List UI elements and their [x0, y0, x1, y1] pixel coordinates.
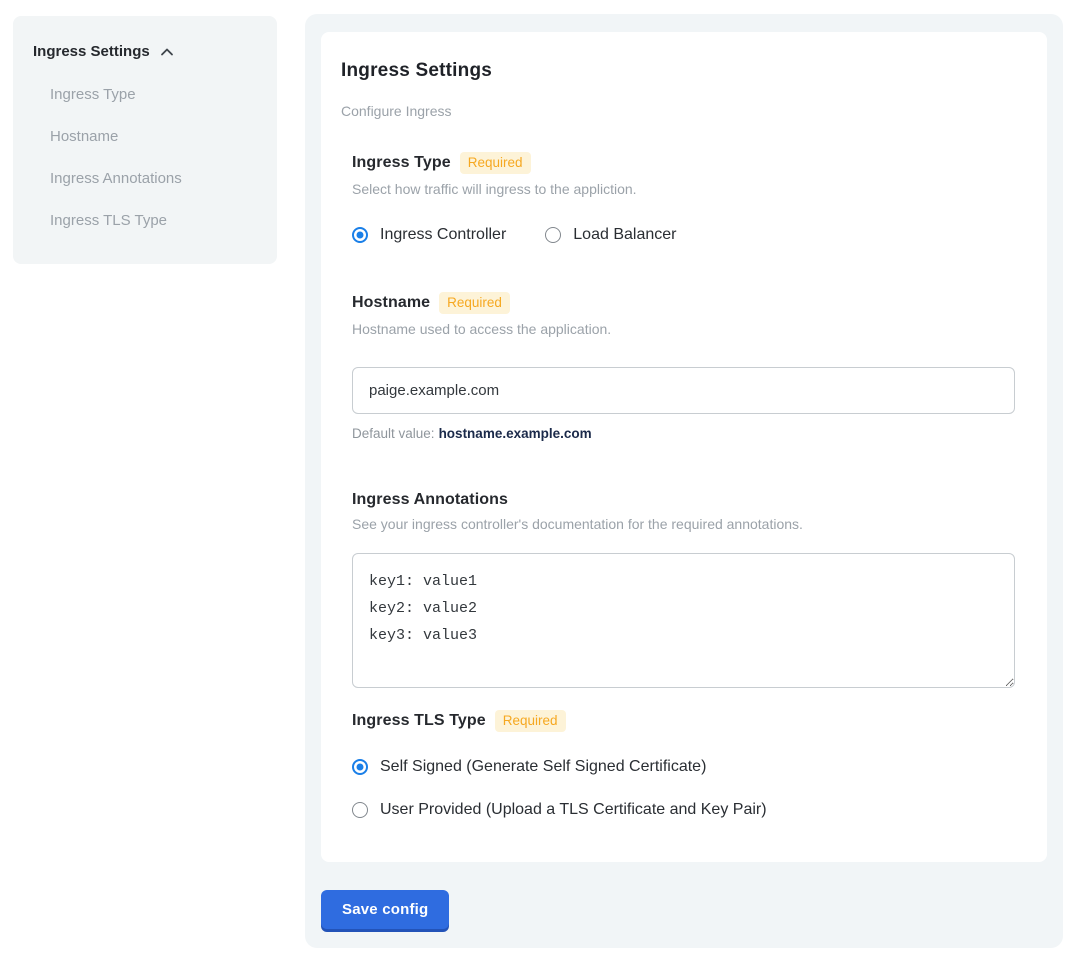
settings-panel: Ingress Settings Configure Ingress Ingre… — [305, 14, 1063, 948]
radio-self-signed[interactable]: Self Signed (Generate Self Signed Certif… — [352, 758, 1027, 776]
ingress-annotations-textarea[interactable]: key1: value1 key2: value2 key3: value3 — [352, 553, 1015, 688]
field-ingress-annotations: Ingress Annotations See your ingress con… — [352, 491, 1027, 688]
save-config-button[interactable]: Save config — [321, 890, 449, 929]
radio-icon — [545, 227, 561, 243]
settings-sidebar: Ingress Settings Ingress Type Hostname I… — [13, 16, 277, 264]
field-ingress-tls-type: Ingress TLS Type Required Self Signed (G… — [352, 710, 1027, 819]
radio-icon — [352, 227, 368, 243]
hostname-default-hint: Default value: hostname.example.com — [352, 426, 1027, 441]
required-badge: Required — [460, 152, 531, 174]
ingress-annotations-help: See your ingress controller's documentat… — [352, 516, 1027, 532]
page-subtitle: Configure Ingress — [341, 103, 1027, 119]
sidebar-item-ingress-type[interactable]: Ingress Type — [50, 85, 257, 104]
default-value-prefix: Default value: — [352, 426, 435, 441]
ingress-tls-type-options: Self Signed (Generate Self Signed Certif… — [352, 758, 1027, 819]
sidebar-item-hostname[interactable]: Hostname — [50, 127, 257, 146]
radio-label: Ingress Controller — [380, 226, 506, 244]
ingress-annotations-label: Ingress Annotations — [352, 491, 508, 509]
field-ingress-type: Ingress Type Required Select how traffic… — [352, 152, 1027, 244]
radio-label: Self Signed (Generate Self Signed Certif… — [380, 758, 706, 776]
ingress-type-help: Select how traffic will ingress to the a… — [352, 181, 1027, 197]
radio-icon — [352, 759, 368, 775]
ingress-tls-type-label: Ingress TLS Type — [352, 712, 486, 730]
field-hostname: Hostname Required Hostname used to acces… — [352, 292, 1027, 441]
radio-icon — [352, 802, 368, 818]
ingress-type-options: Ingress Controller Load Balancer — [352, 226, 1027, 244]
sidebar-item-list: Ingress Type Hostname Ingress Annotation… — [50, 85, 257, 230]
radio-ingress-controller[interactable]: Ingress Controller — [352, 226, 506, 244]
default-value-text: hostname.example.com — [439, 426, 592, 441]
hostname-help: Hostname used to access the application. — [352, 321, 1027, 337]
ingress-type-label: Ingress Type — [352, 154, 451, 172]
page-title: Ingress Settings — [341, 60, 1027, 82]
ingress-settings-card: Ingress Settings Configure Ingress Ingre… — [321, 32, 1047, 862]
sidebar-item-ingress-annotations[interactable]: Ingress Annotations — [50, 169, 257, 188]
sidebar-section-title: Ingress Settings — [33, 43, 150, 60]
radio-label: User Provided (Upload a TLS Certificate … — [380, 801, 767, 819]
hostname-label: Hostname — [352, 294, 430, 312]
hostname-input[interactable] — [352, 367, 1015, 414]
radio-label: Load Balancer — [573, 226, 676, 244]
required-badge: Required — [495, 710, 566, 732]
sidebar-section-toggle[interactable]: Ingress Settings — [33, 42, 257, 60]
required-badge: Required — [439, 292, 510, 314]
radio-load-balancer[interactable]: Load Balancer — [545, 226, 676, 244]
radio-user-provided[interactable]: User Provided (Upload a TLS Certificate … — [352, 801, 1027, 819]
form-fields: Ingress Type Required Select how traffic… — [352, 152, 1027, 819]
chevron-up-icon[interactable] — [159, 44, 175, 60]
sidebar-item-ingress-tls-type[interactable]: Ingress TLS Type — [50, 211, 257, 230]
